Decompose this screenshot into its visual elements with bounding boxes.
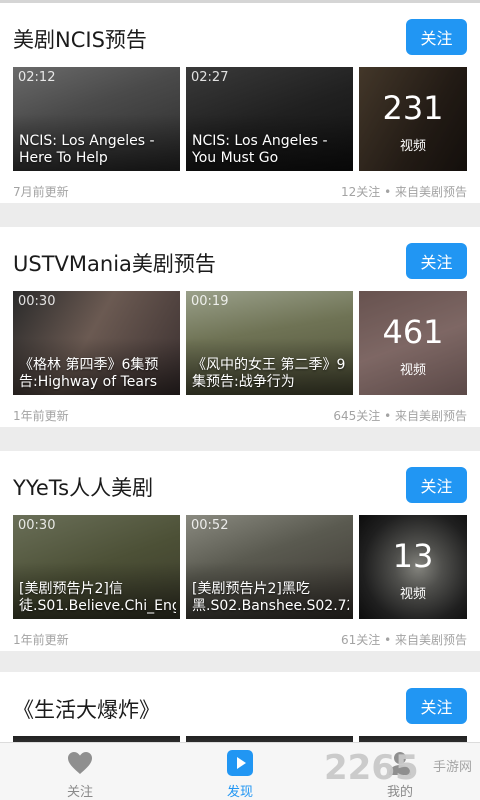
- tab-label: 发现: [226, 785, 253, 800]
- video-caption: 《格林 第四季》6集预告:Highway of Tears: [19, 357, 159, 390]
- channel-title[interactable]: 《生活大爆炸》: [13, 694, 160, 724]
- video-count-tile[interactable]: 13 视频: [359, 515, 467, 619]
- video-count: 13: [392, 537, 434, 575]
- channel-stats: 645关注 • 来自美剧预告: [333, 409, 467, 423]
- channel-title[interactable]: 美剧NCIS预告: [13, 24, 147, 54]
- channel-stats: 12关注 • 来自美剧预告: [341, 185, 467, 199]
- video-thumbnail[interactable]: 02:12 NCIS: Los Angeles - Here To Help: [13, 67, 180, 171]
- video-thumbnail[interactable]: 00:19 《风中的女王 第二季》9集预告:战争行为: [186, 291, 353, 395]
- channel-card[interactable]: YYeTs人人美剧 关注 00:30 [美剧预告片2]信徒.S01.Believ…: [0, 451, 480, 651]
- video-caption: [美剧预告片2]信徒.S01.Believe.Chi_Eng-: [19, 581, 176, 614]
- video-count-tile[interactable]: 231 视频: [359, 67, 467, 171]
- channel-card[interactable]: USTVMania美剧预告 关注 00:30 《格林 第四季》6集预告:High…: [0, 227, 480, 427]
- video-thumbnail[interactable]: 00:52 [美剧预告片2]黑吃黑.S02.Banshee.S02.72: [186, 515, 353, 619]
- tab-discover[interactable]: 发现: [160, 743, 320, 800]
- play-icon: [226, 749, 254, 777]
- tab-follow[interactable]: 关注: [0, 743, 160, 800]
- follow-button[interactable]: 关注: [406, 243, 467, 279]
- channel-title[interactable]: YYeTs人人美剧: [13, 472, 153, 502]
- video-duration: 00:19: [191, 294, 229, 309]
- heart-icon: [66, 749, 94, 777]
- video-duration: 02:27: [191, 70, 229, 85]
- video-count-label: 视频: [399, 139, 426, 154]
- video-caption: NCIS: Los Angeles - Here To Help: [19, 133, 155, 166]
- updated-time: 1年前更新: [13, 409, 69, 423]
- video-caption: 《风中的女王 第二季》9集预告:战争行为: [192, 357, 346, 390]
- channel-feed[interactable]: 美剧NCIS预告 关注 02:12 NCIS: Los Angeles - He…: [0, 0, 480, 742]
- watermark-text: 手游网: [432, 760, 472, 775]
- channel-card[interactable]: 美剧NCIS预告 关注 02:12 NCIS: Los Angeles - He…: [0, 3, 480, 203]
- video-count-label: 视频: [399, 363, 426, 378]
- video-duration: 00:52: [191, 518, 229, 533]
- video-caption: NCIS: Los Angeles - You Must Go: [192, 133, 328, 166]
- watermark-number: 2265: [324, 748, 419, 788]
- updated-time: 1年前更新: [13, 633, 69, 647]
- video-duration: 00:30: [18, 518, 56, 533]
- tab-label: 关注: [66, 785, 93, 800]
- video-duration: 02:12: [18, 70, 56, 85]
- video-count: 461: [382, 313, 444, 351]
- video-count-label: 视频: [399, 587, 426, 602]
- video-count: 231: [382, 89, 444, 127]
- channel-stats: 61关注 • 来自美剧预告: [341, 633, 467, 647]
- watermark-logo: 2265 手游网: [324, 748, 474, 792]
- video-count-tile[interactable]: 461 视频: [359, 291, 467, 395]
- video-thumbnail[interactable]: 02:27 NCIS: Los Angeles - You Must Go: [186, 67, 353, 171]
- follow-button[interactable]: 关注: [406, 467, 467, 503]
- follow-button[interactable]: 关注: [406, 19, 467, 55]
- video-thumbnail[interactable]: 00:30 《格林 第四季》6集预告:Highway of Tears: [13, 291, 180, 395]
- updated-time: 7月前更新: [13, 185, 69, 199]
- video-duration: 00:30: [18, 294, 56, 309]
- channel-title[interactable]: USTVMania美剧预告: [13, 248, 216, 278]
- follow-button[interactable]: 关注: [406, 688, 467, 724]
- video-thumbnail[interactable]: 00:30 [美剧预告片2]信徒.S01.Believe.Chi_Eng-: [13, 515, 180, 619]
- channel-card[interactable]: 《生活大爆炸》 关注: [0, 672, 480, 742]
- video-caption: [美剧预告片2]黑吃黑.S02.Banshee.S02.72: [192, 581, 349, 614]
